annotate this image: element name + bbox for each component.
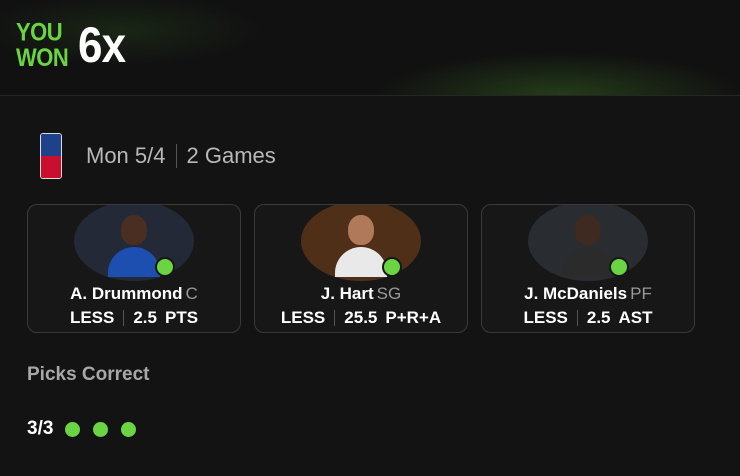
correct-result-icon [93,421,109,437]
player-name: A. Drummond [70,284,183,303]
player-position: C [185,284,198,303]
nba-logo-icon [40,133,62,179]
correct-status-icon [382,257,402,277]
won-text: WON [16,43,69,72]
pick-card[interactable]: A. Drummond C LESS 2.5 PTS [27,204,241,333]
pick-divider [334,310,336,326]
payout-multiplier: 6x [78,17,126,73]
player-position: SG [376,284,402,303]
pick-direction: LESS [523,308,568,327]
pick-direction: LESS [69,308,115,327]
picks-correct-summary: 3/3 [27,418,149,440]
player-name: J. Hart [320,284,374,303]
pick-divider [576,310,578,326]
pick-divider [123,310,125,326]
pick-line-value: 25.5 [344,308,378,327]
pick-stat: AST [618,308,653,327]
player-position: PF [630,284,652,303]
pick-stat: P+R+A [385,308,442,327]
player-name: J. McDaniels [524,284,628,303]
correct-status-icon [155,257,175,277]
pick-projection: LESS 2.5 AST [482,308,694,328]
player-name-line: A. Drummond C [28,284,240,304]
header-divider [175,144,177,168]
you-won-label: YOU WON [16,17,69,72]
pick-line-value: 2.5 [133,308,157,327]
picks-correct-score: 3/3 [27,418,54,439]
player-name-line: J. Hart SG [255,284,467,304]
slip-games-count: 2 Games [186,143,276,168]
pick-projection: LESS 25.5 P+R+A [255,308,467,328]
pick-projection: LESS 2.5 PTS [28,308,240,328]
correct-status-icon [609,257,629,277]
pick-card[interactable]: J. Hart SG LESS 25.5 P+R+A [254,204,468,333]
pick-cards: A. Drummond C LESS 2.5 PTS J. Hart SG LESS… [27,204,695,333]
player-name-line: J. McDaniels PF [482,284,694,304]
slip-date: Mon 5/4 [86,143,166,168]
slip-header: Mon 5/4 2 Games [40,133,276,179]
you-text: YOU [16,17,63,47]
win-banner: YOU WON 6x [0,0,740,96]
pick-line-value: 2.5 [586,308,611,327]
picks-correct-label: Picks Correct [27,364,150,385]
pick-direction: LESS [280,308,326,327]
correct-result-icon [65,421,81,437]
pick-stat: PTS [164,308,199,327]
pick-card[interactable]: J. McDaniels PF LESS 2.5 AST [481,204,695,333]
correct-result-icon [121,421,137,437]
